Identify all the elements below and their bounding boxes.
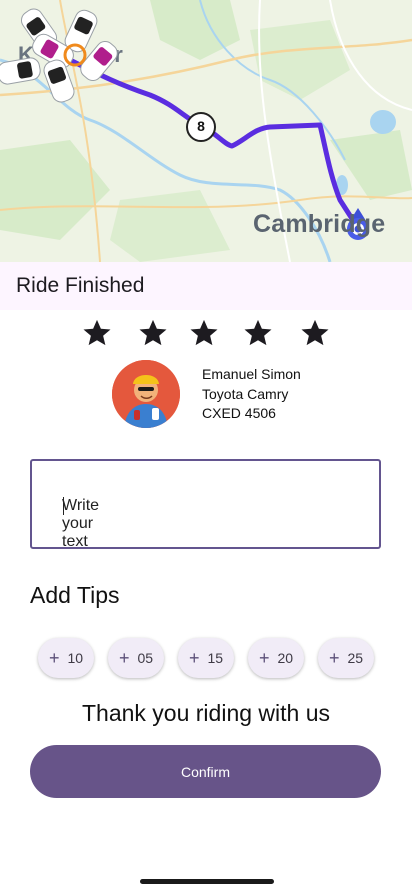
home-indicator[interactable] (140, 879, 274, 884)
driver-name: Emanuel Simon (202, 366, 301, 382)
plus-icon: + (118, 648, 130, 668)
driver-plate-number: CXED 4506 (202, 405, 276, 421)
star-icon[interactable] (189, 318, 219, 348)
plus-icon: + (188, 648, 200, 668)
driver-card: Emanuel Simon Toyota Camry CXED 4506 (112, 360, 332, 430)
route-marker-label: 8 (197, 118, 205, 134)
tip-amount: 15 (207, 650, 224, 666)
page-title: Ride Finished (16, 274, 145, 297)
tip-button-20[interactable]: + 20 (248, 638, 304, 678)
feedback-input[interactable]: Write your text (30, 459, 381, 550)
feedback-input-value: Write your text (62, 497, 100, 550)
plus-icon: + (258, 648, 270, 668)
tip-button-25[interactable]: + 25 (318, 638, 374, 678)
tip-button-10[interactable]: + 10 (38, 638, 94, 678)
tip-amount: 10 (67, 650, 84, 666)
tips-heading: Add Tips (30, 582, 120, 608)
star-icon[interactable] (300, 318, 330, 348)
tip-button-05[interactable]: + 05 (108, 638, 164, 678)
route-map[interactable]: K er Cambridge 8 (0, 0, 412, 262)
tip-amount: 25 (347, 650, 364, 666)
avatar (112, 360, 180, 428)
confirm-button[interactable]: Confirm (30, 745, 381, 798)
driver-car-model: Toyota Camry (202, 386, 289, 402)
star-icon[interactable] (138, 318, 168, 348)
tip-amount: 20 (277, 650, 294, 666)
map-city-label: Cambridge (253, 210, 386, 238)
thank-you-message: Thank you riding with us (81, 700, 330, 726)
star-icon[interactable] (82, 318, 112, 348)
driver-avatar-illustration (112, 360, 180, 428)
plus-icon: + (48, 648, 60, 668)
title-bar: Ride Finished (0, 262, 412, 310)
star-icon[interactable] (243, 318, 273, 348)
plus-icon: + (328, 648, 340, 668)
text-caret (63, 497, 64, 515)
tip-button-15[interactable]: + 15 (178, 638, 234, 678)
feedback-input-text: Write your text (47, 479, 99, 550)
tip-amount: 05 (137, 650, 154, 666)
rating-stars (0, 318, 412, 352)
